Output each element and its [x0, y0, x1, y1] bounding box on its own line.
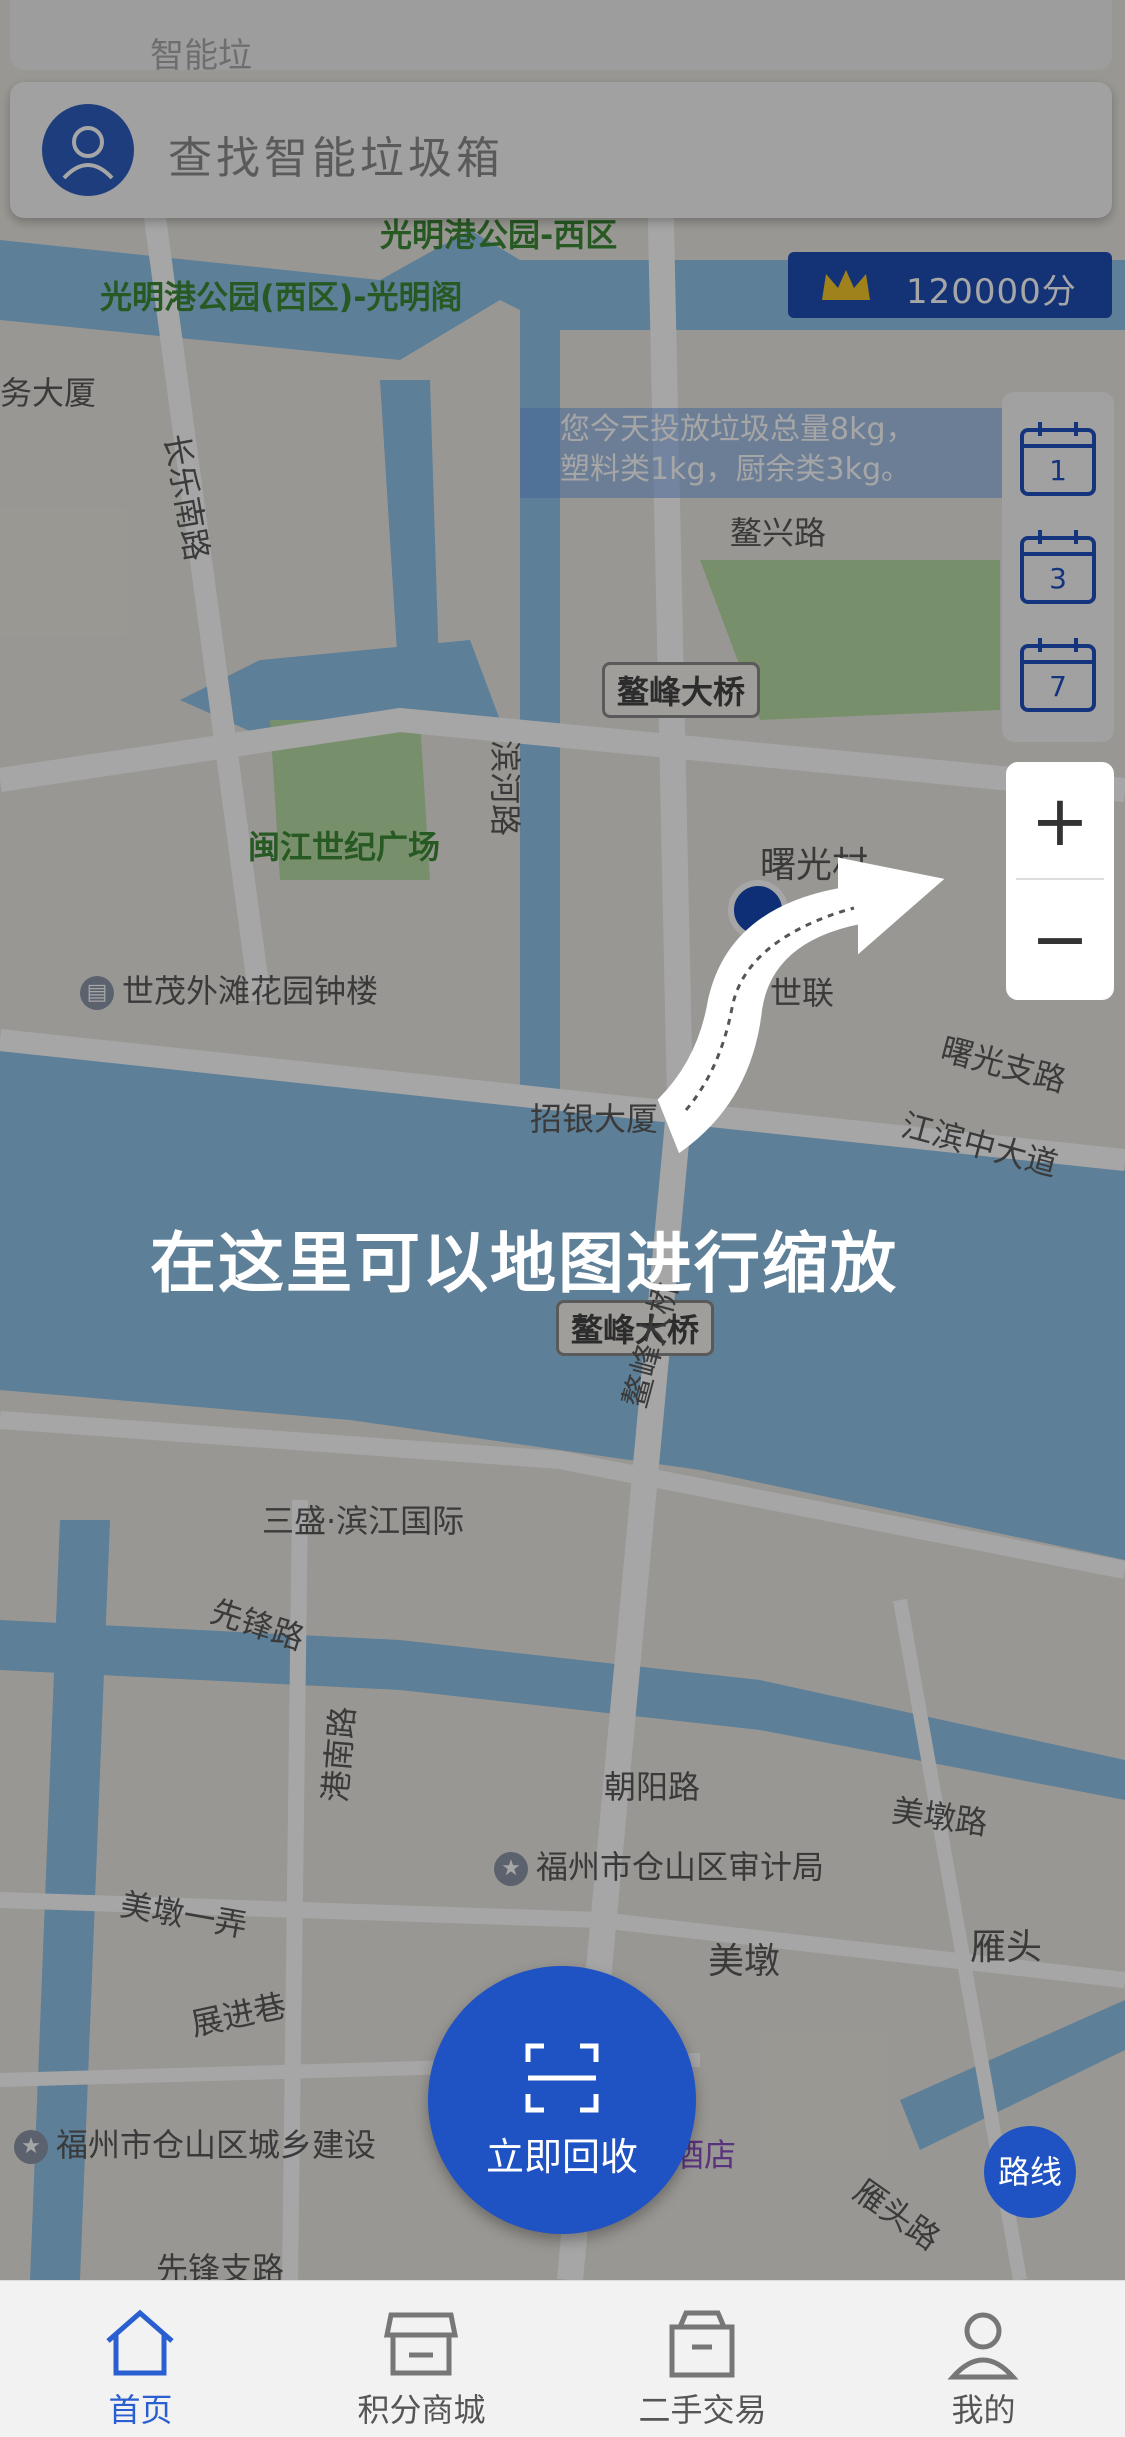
guide-text: 在这里可以地图进行缩放: [150, 1225, 898, 1302]
map-label-sansheng: 三盛·滨江国际: [262, 1502, 465, 1540]
map-label-meidun: 美墩: [708, 1941, 781, 1982]
tab-secondhand-label: 二手交易: [638, 2391, 767, 2429]
map-label-aofeng-bridge: 鳌峰大桥: [602, 662, 761, 718]
points-value: 120000分: [906, 272, 1077, 312]
map-label-binhe: 滨河路: [486, 740, 524, 837]
map-label-zhaoyin: 招银大厦: [530, 1100, 659, 1138]
calendar-range-panel: 1 3 7: [1002, 392, 1114, 742]
user-icon: [62, 126, 114, 180]
calendar-3-label: 3: [1049, 562, 1067, 595]
search-bar[interactable]: 查找智能垃圾箱: [10, 82, 1112, 218]
zoom-control: + −: [1006, 762, 1114, 1000]
zoom-divider: [1016, 878, 1104, 880]
map-label-shimao-text: 世茂外滩花园钟楼: [122, 972, 379, 1010]
points-badge[interactable]: 120000分: [788, 252, 1112, 318]
tab-store[interactable]: 积分商城: [281, 2281, 562, 2437]
calendar-7-label: 7: [1049, 670, 1067, 703]
tab-mine[interactable]: 我的: [843, 2281, 1124, 2437]
recycle-now-button[interactable]: 立即回收: [428, 1966, 696, 2234]
map-label-yantou: 雁头: [970, 1927, 1043, 1968]
user-icon: [947, 2312, 1019, 2380]
map-label-shimao: ▤ 世茂外滩花园钟楼: [80, 966, 378, 1012]
tab-store-label: 积分商城: [357, 2391, 486, 2429]
avatar[interactable]: [42, 104, 134, 196]
calendar-1-day-button[interactable]: 1: [1016, 416, 1100, 500]
map-label-audit-text: 福州市仓山区审计局: [536, 1848, 825, 1886]
calendar-1-label: 1: [1049, 454, 1067, 487]
map-label-aoxing: 鳌兴路: [730, 514, 827, 552]
recycle-label: 立即回收: [485, 2135, 638, 2179]
map-label-chaoyang: 朝阳路: [604, 1768, 701, 1806]
calendar-7-day-button[interactable]: 7: [1016, 632, 1100, 716]
tab-secondhand[interactable]: 二手交易: [562, 2281, 843, 2437]
calendar-3-day-button[interactable]: 3: [1016, 524, 1100, 608]
map-label-business: 务大厦: [0, 374, 97, 412]
map-label-minjiang-square: 闽江世纪广场: [248, 828, 441, 866]
zoom-in-button[interactable]: +: [1006, 766, 1114, 876]
notice-line-2: 塑料类1kg，厨余类3kg。: [560, 452, 912, 487]
notice-line-1: 您今天投放垃圾总量8kg，: [560, 412, 916, 447]
ghost-text: 智能垃: [150, 36, 252, 70]
search-input[interactable]: 查找智能垃圾箱: [168, 122, 504, 186]
map-label-audit: ★ 福州市仓山区审计局: [494, 1842, 824, 1888]
store-icon: [383, 2312, 459, 2376]
route-button[interactable]: 路线: [984, 2126, 1076, 2218]
crown-icon: [822, 270, 870, 300]
box-icon: [669, 2310, 735, 2378]
home-icon: [106, 2309, 174, 2376]
building-icon: ▤: [80, 976, 114, 1010]
map-label-urban-text: 福州市仓山区城乡建设: [56, 2126, 377, 2164]
map-label-park-west: 光明港公园(西区)-光明阁: [100, 278, 463, 316]
bottom-tab-bar: 首页 积分商城 二手交易 我的: [0, 2280, 1125, 2437]
guide-arrow-icon: [657, 857, 945, 1154]
map-label-urban: ★ 福州市仓山区城乡建设: [14, 2120, 376, 2166]
star-icon: ★: [14, 2130, 48, 2164]
previous-search-bar: 智能垃: [10, 0, 1112, 70]
daily-summary-notice: 您今天投放垃圾总量8kg， 塑料类1kg，厨余类3kg。: [520, 408, 1010, 498]
zoom-out-button[interactable]: −: [1006, 884, 1114, 994]
tab-home[interactable]: 首页: [0, 2281, 281, 2437]
map-label-gangnan: 港南路: [315, 1704, 363, 1804]
tab-home-label: 首页: [108, 2391, 173, 2429]
scan-icon: [525, 2043, 599, 2113]
tab-mine-label: 我的: [951, 2391, 1016, 2429]
star-icon: ★: [494, 1852, 528, 1886]
